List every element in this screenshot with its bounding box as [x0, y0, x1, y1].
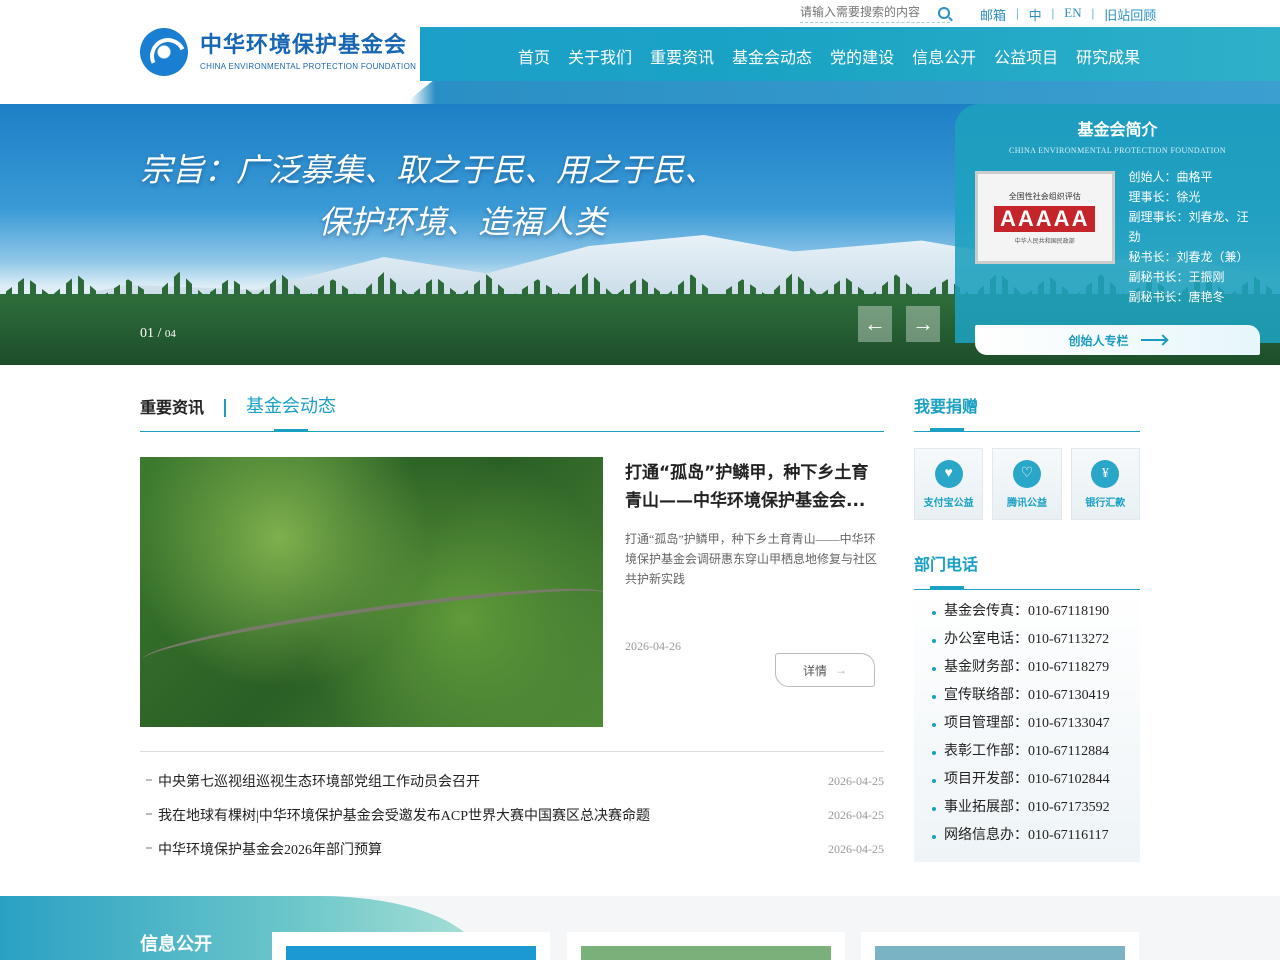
search-icon[interactable] — [938, 6, 950, 19]
link-chinese[interactable]: 中 — [1021, 5, 1050, 24]
tab-important-news[interactable]: 重要资讯 — [140, 398, 227, 417]
search-box — [800, 5, 950, 23]
foundation-intro-panel: 基金会简介 CHINA ENVIRONMENTAL PROTECTION FOU… — [955, 104, 1280, 355]
sidebar: 我要捐赠 ♥ 支付宝公益 ♡ 腾讯公益 ¥ 银行汇款 部门电话 基金会传真：010-6… — [914, 384, 1140, 862]
yen-icon: ¥ — [1091, 459, 1120, 488]
feature-image[interactable] — [140, 457, 603, 727]
nav-research[interactable]: 研究成果 — [1076, 44, 1140, 68]
intro-subtitle: CHINA ENVIRONMENTAL PROTECTION FOUNDATIO… — [1008, 146, 1226, 155]
nav-home[interactable]: 首页 — [518, 44, 550, 68]
link-english[interactable]: EN — [1056, 5, 1089, 24]
phone-row: 表彰工作部：010-67112884 — [932, 738, 1140, 766]
donate-tencent[interactable]: ♡ 腾讯公益 — [992, 448, 1062, 520]
donate-bank[interactable]: ¥ 银行汇款 — [1070, 448, 1140, 520]
foundation-logo-icon — [140, 28, 188, 76]
news-list: 中央第七巡视组巡视生态环境部党组工作动员会召开 2026-04-25 我在地球有棵… — [140, 751, 884, 866]
feature-date: 2026-04-26 — [625, 639, 681, 653]
search-input[interactable] — [800, 5, 925, 20]
next-slide-button[interactable]: → — [906, 306, 940, 342]
logo-en: CHINA ENVIRONMENTAL PROTECTION FOUNDATIO… — [200, 62, 417, 71]
link-mailbox[interactable]: 邮箱 — [972, 5, 1014, 24]
arrow-right-icon — [1140, 339, 1167, 341]
list-item[interactable]: 我在地球有棵树|中华环境保护基金会受邀发布ACP世界大赛中国赛区总决赛命题 202… — [140, 798, 884, 832]
logo-cn: 中华环境保护基金会 — [200, 33, 408, 58]
nav-about[interactable]: 关于我们 — [568, 44, 632, 68]
tab-foundation-dynamics[interactable]: 基金会动态 — [246, 384, 336, 432]
disclosure-card[interactable] — [861, 932, 1139, 960]
feature-desc: 打通“孤岛”护鳞甲，种下乡土育青山——中华环境保护基金会调研惠东穿山甲栖息地修复… — [625, 532, 878, 586]
disclosure-card[interactable] — [272, 932, 550, 960]
intro-title: 基金会简介 — [1077, 122, 1158, 139]
donate-alipay[interactable]: ♥ 支付宝公益 — [914, 448, 984, 520]
arrow-right-icon: → — [835, 662, 847, 677]
info-disclosure-title: 信息公开 — [140, 934, 212, 955]
list-item[interactable]: 中央第七巡视组巡视生态环境部党组工作动员会召开 2026-04-25 — [140, 764, 884, 798]
nav-party[interactable]: 党的建设 — [830, 44, 894, 68]
list-item[interactable]: 中华环境保护基金会2026年部门预算 2026-04-25 — [140, 832, 884, 866]
phone-row: 项目管理部：010-67133047 — [932, 710, 1140, 738]
detail-button[interactable]: 详情 → — [775, 653, 875, 687]
heart-outline-icon: ♡ — [1012, 459, 1041, 488]
donate-options: ♥ 支付宝公益 ♡ 腾讯公益 ¥ 银行汇款 — [914, 448, 1140, 520]
nav-disclosure[interactable]: 信息公开 — [912, 44, 976, 68]
phone-row: 事业拓展部：010-67173592 — [932, 794, 1140, 822]
feature-title[interactable]: 打通“孤岛”护鳞甲，种下乡土育青山——中华环境保护基金会... — [625, 459, 880, 515]
heart-icon: ♥ — [934, 459, 963, 488]
phone-row: 网络信息办：010-67116117 — [932, 822, 1140, 850]
dept-phone-list: 基金会传真：010-67118190 办公室电话：010-67113272 基金… — [914, 590, 1140, 862]
phone-row: 办公室电话：010-67113272 — [932, 626, 1140, 654]
feature-article: 打通“孤岛”护鳞甲，种下乡土育青山——中华环境保护基金会... 打通“孤岛”护鳞… — [140, 457, 884, 727]
slide-counter: 01 / 04 — [140, 326, 176, 341]
site-logo[interactable]: 中华环境保护基金会 CHINA ENVIRONMENTAL PROTECTION… — [140, 28, 416, 76]
dept-phone-title: 部门电话 — [914, 542, 1140, 590]
nav-projects[interactable]: 公益项目 — [994, 44, 1058, 68]
aaaaa-plaque: 全国性社会组织评估 AAAAA 中华人民共和国民政部 — [975, 171, 1115, 264]
leadership-list: 创始人：曲格平 理事长：徐光 副理事长：刘春龙、汪劲 秘书长：刘春龙（兼） 副秘… — [1128, 170, 1249, 304]
nav-news[interactable]: 重要资讯 — [650, 44, 714, 68]
banner-slogan: 宗旨：广泛募集、取之于民、用之于民、 保护环境、造福人类 — [140, 151, 717, 241]
news-section: 重要资讯 基金会动态 打通“孤岛”护鳞甲，种下乡土育青山——中华环境保护基金会.… — [140, 384, 884, 866]
top-bar: 邮箱| 中| EN| 旧站回顾 — [800, 4, 1164, 24]
main-nav: 首页 关于我们 重要资讯 基金会动态 党的建设 信息公开 公益项目 研究成果 — [518, 44, 1140, 68]
donate-title: 我要捐赠 — [914, 384, 1140, 432]
phone-row: 基金会传真：010-67118190 — [932, 598, 1140, 626]
phone-row: 基金财务部：010-67118279 — [932, 654, 1140, 682]
nav-dynamics[interactable]: 基金会动态 — [732, 44, 812, 68]
founder-column-button[interactable]: 创始人专栏 — [975, 325, 1260, 355]
phone-row: 宣传联络部：010-67130419 — [932, 682, 1140, 710]
prev-slide-button[interactable]: ← — [858, 306, 892, 342]
disclosure-card[interactable] — [567, 932, 845, 960]
phone-row: 项目开发部：010-67102844 — [932, 766, 1140, 794]
link-old-site[interactable]: 旧站回顾 — [1096, 5, 1164, 24]
